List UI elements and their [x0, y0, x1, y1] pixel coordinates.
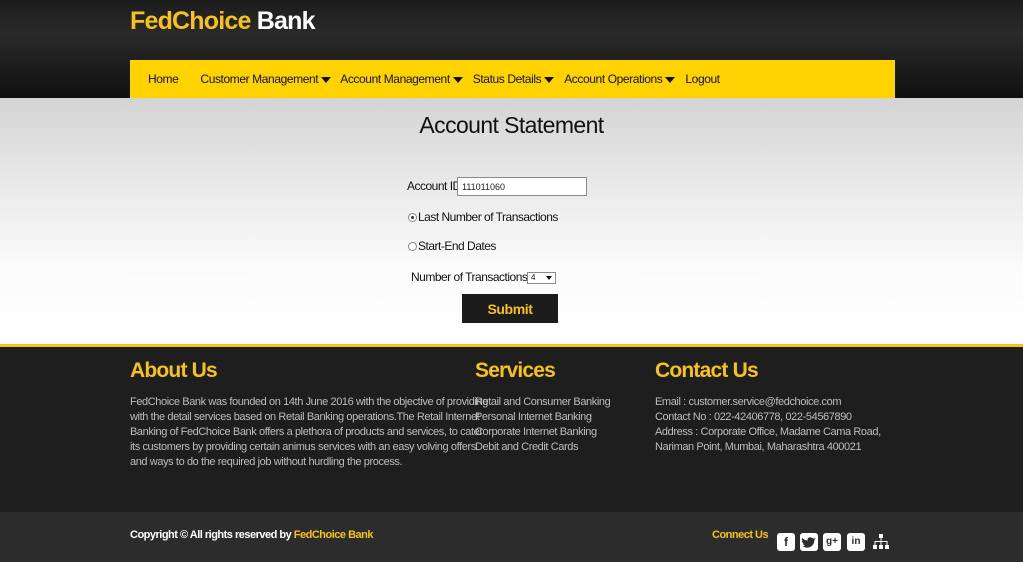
copyright-text: Copyright © All rights reserved by FedCh…	[130, 529, 373, 541]
chevron-down-icon	[546, 276, 552, 280]
chevron-down-icon	[665, 77, 676, 83]
about-line: FedChoice Bank was founded on 14th June …	[130, 396, 488, 408]
contact-phone: Contact No : 022-42406778, 022-54567890	[655, 411, 852, 423]
main-nav: Home Customer Management Account Managem…	[130, 60, 895, 98]
google-plus-icon[interactable]: g+	[823, 533, 841, 551]
sitemap-icon[interactable]	[872, 533, 890, 551]
nav-account-operations[interactable]: Account Operations	[554, 60, 676, 98]
services-heading: Services	[475, 359, 556, 382]
contact-heading: Contact Us	[655, 359, 759, 382]
account-id-input[interactable]	[457, 177, 587, 196]
page-title: Account Statement	[419, 112, 604, 138]
chevron-down-icon	[452, 77, 463, 83]
facebook-icon[interactable]: f	[777, 533, 795, 551]
nav-home-label: Home	[148, 72, 179, 86]
site-header: FedChoice Bank Home Customer Management …	[0, 0, 1023, 98]
service-link[interactable]: Debit and Credit Cards	[475, 440, 610, 455]
about-heading: About Us	[130, 359, 218, 382]
about-line: its customers by providing certain animu…	[130, 441, 476, 453]
contact-email: Email : customer.service@fedchoice.com	[655, 396, 842, 408]
radio-last-transactions-label: Last Number of Transactions	[418, 210, 558, 224]
copyright-bank-link[interactable]: FedChoice Bank	[294, 529, 374, 541]
about-text: FedChoice Bank was founded on 14th June …	[130, 395, 488, 470]
about-line: Banking of FedChoice Bank offers a pleth…	[130, 426, 483, 438]
services-list: Retail and Consumer Banking Personal Int…	[475, 395, 611, 455]
twitter-icon[interactable]	[800, 533, 818, 551]
contact-address: Nariman Point, Mumbai, Maharashtra 40002…	[655, 441, 862, 453]
nav-account-operations-label: Account Operations	[564, 72, 663, 86]
nav-customer-management[interactable]: Customer Management	[178, 60, 332, 98]
bottom-bar: Copyright © All rights reserved by FedCh…	[0, 512, 1023, 562]
radio-last-transactions[interactable]	[408, 213, 417, 222]
brand-logo[interactable]: FedChoice Bank	[130, 7, 316, 36]
nav-logout[interactable]: Logout	[675, 60, 720, 98]
radio-start-end-dates-label: Start-End Dates	[418, 239, 496, 253]
contact-address: Address : Corporate Office, Madame Cama …	[655, 426, 881, 438]
nav-status-details-label: Status Details	[472, 72, 542, 86]
service-link[interactable]: Personal Internet Banking	[475, 410, 610, 425]
contact-info: Email : customer.service@fedchoice.com C…	[655, 395, 881, 455]
num-transactions-value: 4	[531, 273, 536, 282]
chevron-down-icon	[544, 77, 555, 83]
num-transactions-label: Number of Transactions	[411, 270, 528, 284]
nav-customer-management-label: Customer Management	[200, 72, 319, 86]
about-line: with the detail services based on Retail…	[130, 411, 480, 423]
nav-logout-label: Logout	[685, 72, 720, 86]
connect-us-label: Connect Us	[712, 529, 769, 541]
site-footer: About Us FedChoice Bank was founded on 1…	[0, 347, 1023, 512]
about-line: and ways to do the required job without …	[130, 456, 403, 468]
nav-status-details[interactable]: Status Details	[463, 60, 555, 98]
copyright-prefix: Copyright © All rights reserved by	[130, 529, 292, 541]
brand-name-part2: Bank	[256, 7, 316, 35]
submit-button[interactable]: Submit	[462, 294, 558, 323]
nav-account-management-label: Account Management	[340, 72, 450, 86]
service-link[interactable]: Corporate Internet Banking	[475, 425, 610, 440]
num-transactions-select[interactable]: 4	[527, 272, 556, 284]
nav-account-management[interactable]: Account Management	[331, 60, 463, 98]
linkedin-icon[interactable]: in	[847, 533, 865, 551]
brand-name-part1: FedChoice	[130, 7, 251, 35]
service-link[interactable]: Retail and Consumer Banking	[475, 395, 611, 410]
main-content: Account Statement Account ID : Last Numb…	[0, 98, 1023, 344]
chevron-down-icon	[321, 77, 332, 83]
nav-home[interactable]: Home	[130, 60, 179, 98]
radio-start-end-dates[interactable]	[408, 242, 417, 251]
